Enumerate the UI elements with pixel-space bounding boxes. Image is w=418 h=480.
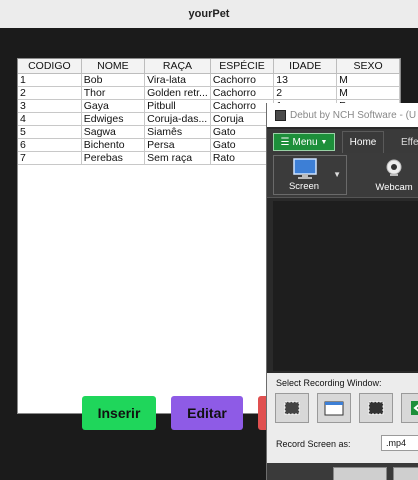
table-header-row: CODIGO NOME RAÇA ESPÉCIE IDADE SEXO xyxy=(18,59,400,74)
chevron-down-icon: ▼ xyxy=(320,138,328,146)
region-select-icon xyxy=(284,401,300,415)
select-fullscreen-button[interactable] xyxy=(359,393,393,423)
table-cell[interactable]: M xyxy=(336,73,400,87)
debut-app-icon xyxy=(275,109,286,121)
table-cell[interactable]: 3 xyxy=(18,99,82,113)
select-game-button[interactable] xyxy=(401,393,418,423)
select-window-button[interactable] xyxy=(317,393,351,423)
video-options-button[interactable] xyxy=(393,467,418,480)
recording-preview xyxy=(273,201,418,371)
window-select-icon xyxy=(324,401,344,416)
debut-bottom-bar xyxy=(267,463,418,480)
window-title-bar: yourPet xyxy=(0,0,418,28)
table-cell[interactable]: Cachorro xyxy=(210,73,275,87)
column-header-sexo[interactable]: SEXO xyxy=(336,59,400,74)
table-cell[interactable]: Golden retr... xyxy=(144,86,211,100)
table-cell[interactable]: Siamês xyxy=(144,125,211,139)
select-region-button[interactable] xyxy=(275,393,309,423)
screen-source-button[interactable]: Screen ▼ xyxy=(273,155,347,195)
arrow-icon xyxy=(411,401,418,415)
table-cell[interactable]: 13 xyxy=(273,73,338,87)
screen-label: Screen xyxy=(288,181,320,192)
inserir-button[interactable]: Inserir xyxy=(82,396,156,430)
debut-title-bar[interactable]: Debut by NCH Software - (U xyxy=(267,103,418,127)
table-cell[interactable]: Rato xyxy=(210,151,275,165)
table-cell[interactable]: 6 xyxy=(18,138,82,152)
table-cell[interactable]: Bichento xyxy=(81,138,146,152)
table-row[interactable]: 2 Thor Golden retr... Cachorro 2 M xyxy=(18,86,400,100)
table-cell[interactable]: Gato xyxy=(210,138,275,152)
tab-effects[interactable]: Effe xyxy=(401,137,418,148)
format-select[interactable]: .mp4 xyxy=(381,435,418,451)
table-cell[interactable]: Bob xyxy=(81,73,146,87)
hamburger-icon: ☰ xyxy=(280,136,290,148)
editar-button[interactable]: Editar xyxy=(171,396,243,430)
table-cell[interactable]: Perebas xyxy=(81,151,146,165)
table-cell[interactable]: Coruja-das... xyxy=(144,112,211,126)
window-title: yourPet xyxy=(188,8,230,20)
column-header-idade[interactable]: IDADE xyxy=(273,59,338,74)
webcam-icon xyxy=(386,159,402,176)
table-cell[interactable]: Edwiges xyxy=(81,112,146,126)
monitor-icon xyxy=(293,158,317,179)
table-cell[interactable]: 2 xyxy=(18,86,82,100)
fullscreen-select-icon xyxy=(368,401,384,415)
debut-title: Debut by NCH Software - (U xyxy=(290,109,417,121)
menu-label: Menu xyxy=(292,136,318,148)
select-recording-window-label: Select Recording Window: xyxy=(276,378,382,388)
table-cell[interactable]: Cachorro xyxy=(210,86,275,100)
table-cell[interactable]: Sagwa xyxy=(81,125,146,139)
menu-button[interactable]: ☰ Menu ▼ xyxy=(273,133,335,151)
debut-toolbar: Screen ▼ Webcam xyxy=(267,153,418,198)
table-cell[interactable]: Gaya xyxy=(81,99,146,113)
table-cell[interactable]: Vira-lata xyxy=(144,73,211,87)
table-cell[interactable]: Pitbull xyxy=(144,99,211,113)
column-header-especie[interactable]: ESPÉCIE xyxy=(210,59,275,74)
table-cell[interactable]: M xyxy=(336,86,400,100)
table-cell[interactable]: Sem raça xyxy=(144,151,211,165)
record-screen-as-label: Record Screen as: xyxy=(276,439,351,449)
webcam-label: Webcam xyxy=(375,182,413,193)
column-header-nome[interactable]: NOME xyxy=(81,59,146,74)
tab-home[interactable]: Home xyxy=(342,131,384,153)
encoder-options-button[interactable] xyxy=(333,467,387,480)
recording-options-panel: Select Recording Window: Record Screen a… xyxy=(267,373,418,480)
table-cell[interactable]: 5 xyxy=(18,125,82,139)
table-row[interactable]: 1 Bob Vira-lata Cachorro 13 M xyxy=(18,73,400,87)
webcam-source-button[interactable]: Webcam xyxy=(371,155,417,195)
table-cell[interactable]: 1 xyxy=(18,73,82,87)
debut-window: Debut by NCH Software - (U ☰ Menu ▼ Home… xyxy=(266,103,418,480)
table-cell[interactable]: Gato xyxy=(210,125,275,139)
table-cell[interactable]: 4 xyxy=(18,112,82,126)
column-header-raca[interactable]: RAÇA xyxy=(144,59,211,74)
table-cell[interactable]: Coruja xyxy=(210,112,275,126)
chevron-down-icon[interactable]: ▼ xyxy=(333,170,341,179)
table-cell[interactable]: Thor xyxy=(81,86,146,100)
table-cell[interactable]: 7 xyxy=(18,151,82,165)
table-cell[interactable]: 2 xyxy=(273,86,338,100)
debut-tab-bar: ☰ Menu ▼ Home Effe xyxy=(267,129,418,153)
table-cell[interactable]: Cachorro xyxy=(210,99,275,113)
column-header-codigo[interactable]: CODIGO xyxy=(18,59,82,74)
table-cell[interactable]: Persa xyxy=(144,138,211,152)
